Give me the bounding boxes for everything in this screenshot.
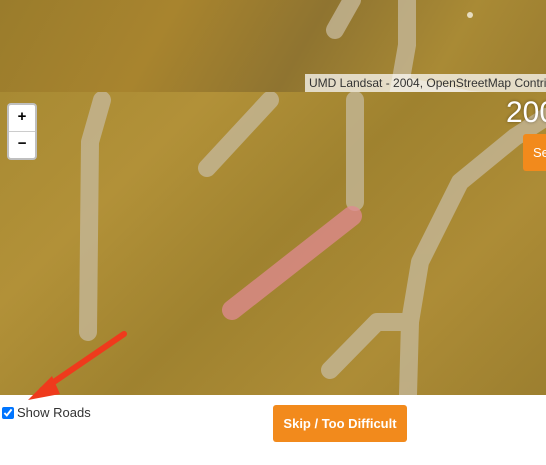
imagery-map-top[interactable]: UMD Landsat - 2004, OpenStreetMap Contri xyxy=(0,0,546,92)
show-roads-toggle[interactable]: Show Roads xyxy=(0,405,91,420)
map-speck xyxy=(467,12,473,18)
road-segment xyxy=(79,92,111,341)
road-segment xyxy=(198,92,279,177)
zoom-control: + − xyxy=(7,103,37,160)
zoom-in-button[interactable]: + xyxy=(9,105,35,132)
annotation-arrow xyxy=(28,331,127,400)
year-label: 200 xyxy=(506,96,546,129)
highlighted-road-segment[interactable] xyxy=(222,206,362,320)
skip-button[interactable]: Skip / Too Difficult xyxy=(273,405,407,442)
road-segment xyxy=(326,0,361,39)
side-action-button[interactable]: Se xyxy=(523,134,546,171)
show-roads-checkbox[interactable] xyxy=(2,406,14,419)
map-attribution: UMD Landsat - 2004, OpenStreetMap Contri xyxy=(305,74,546,92)
zoom-out-button[interactable]: − xyxy=(9,132,35,158)
show-roads-label: Show Roads xyxy=(17,405,91,420)
road-segment xyxy=(321,313,419,379)
